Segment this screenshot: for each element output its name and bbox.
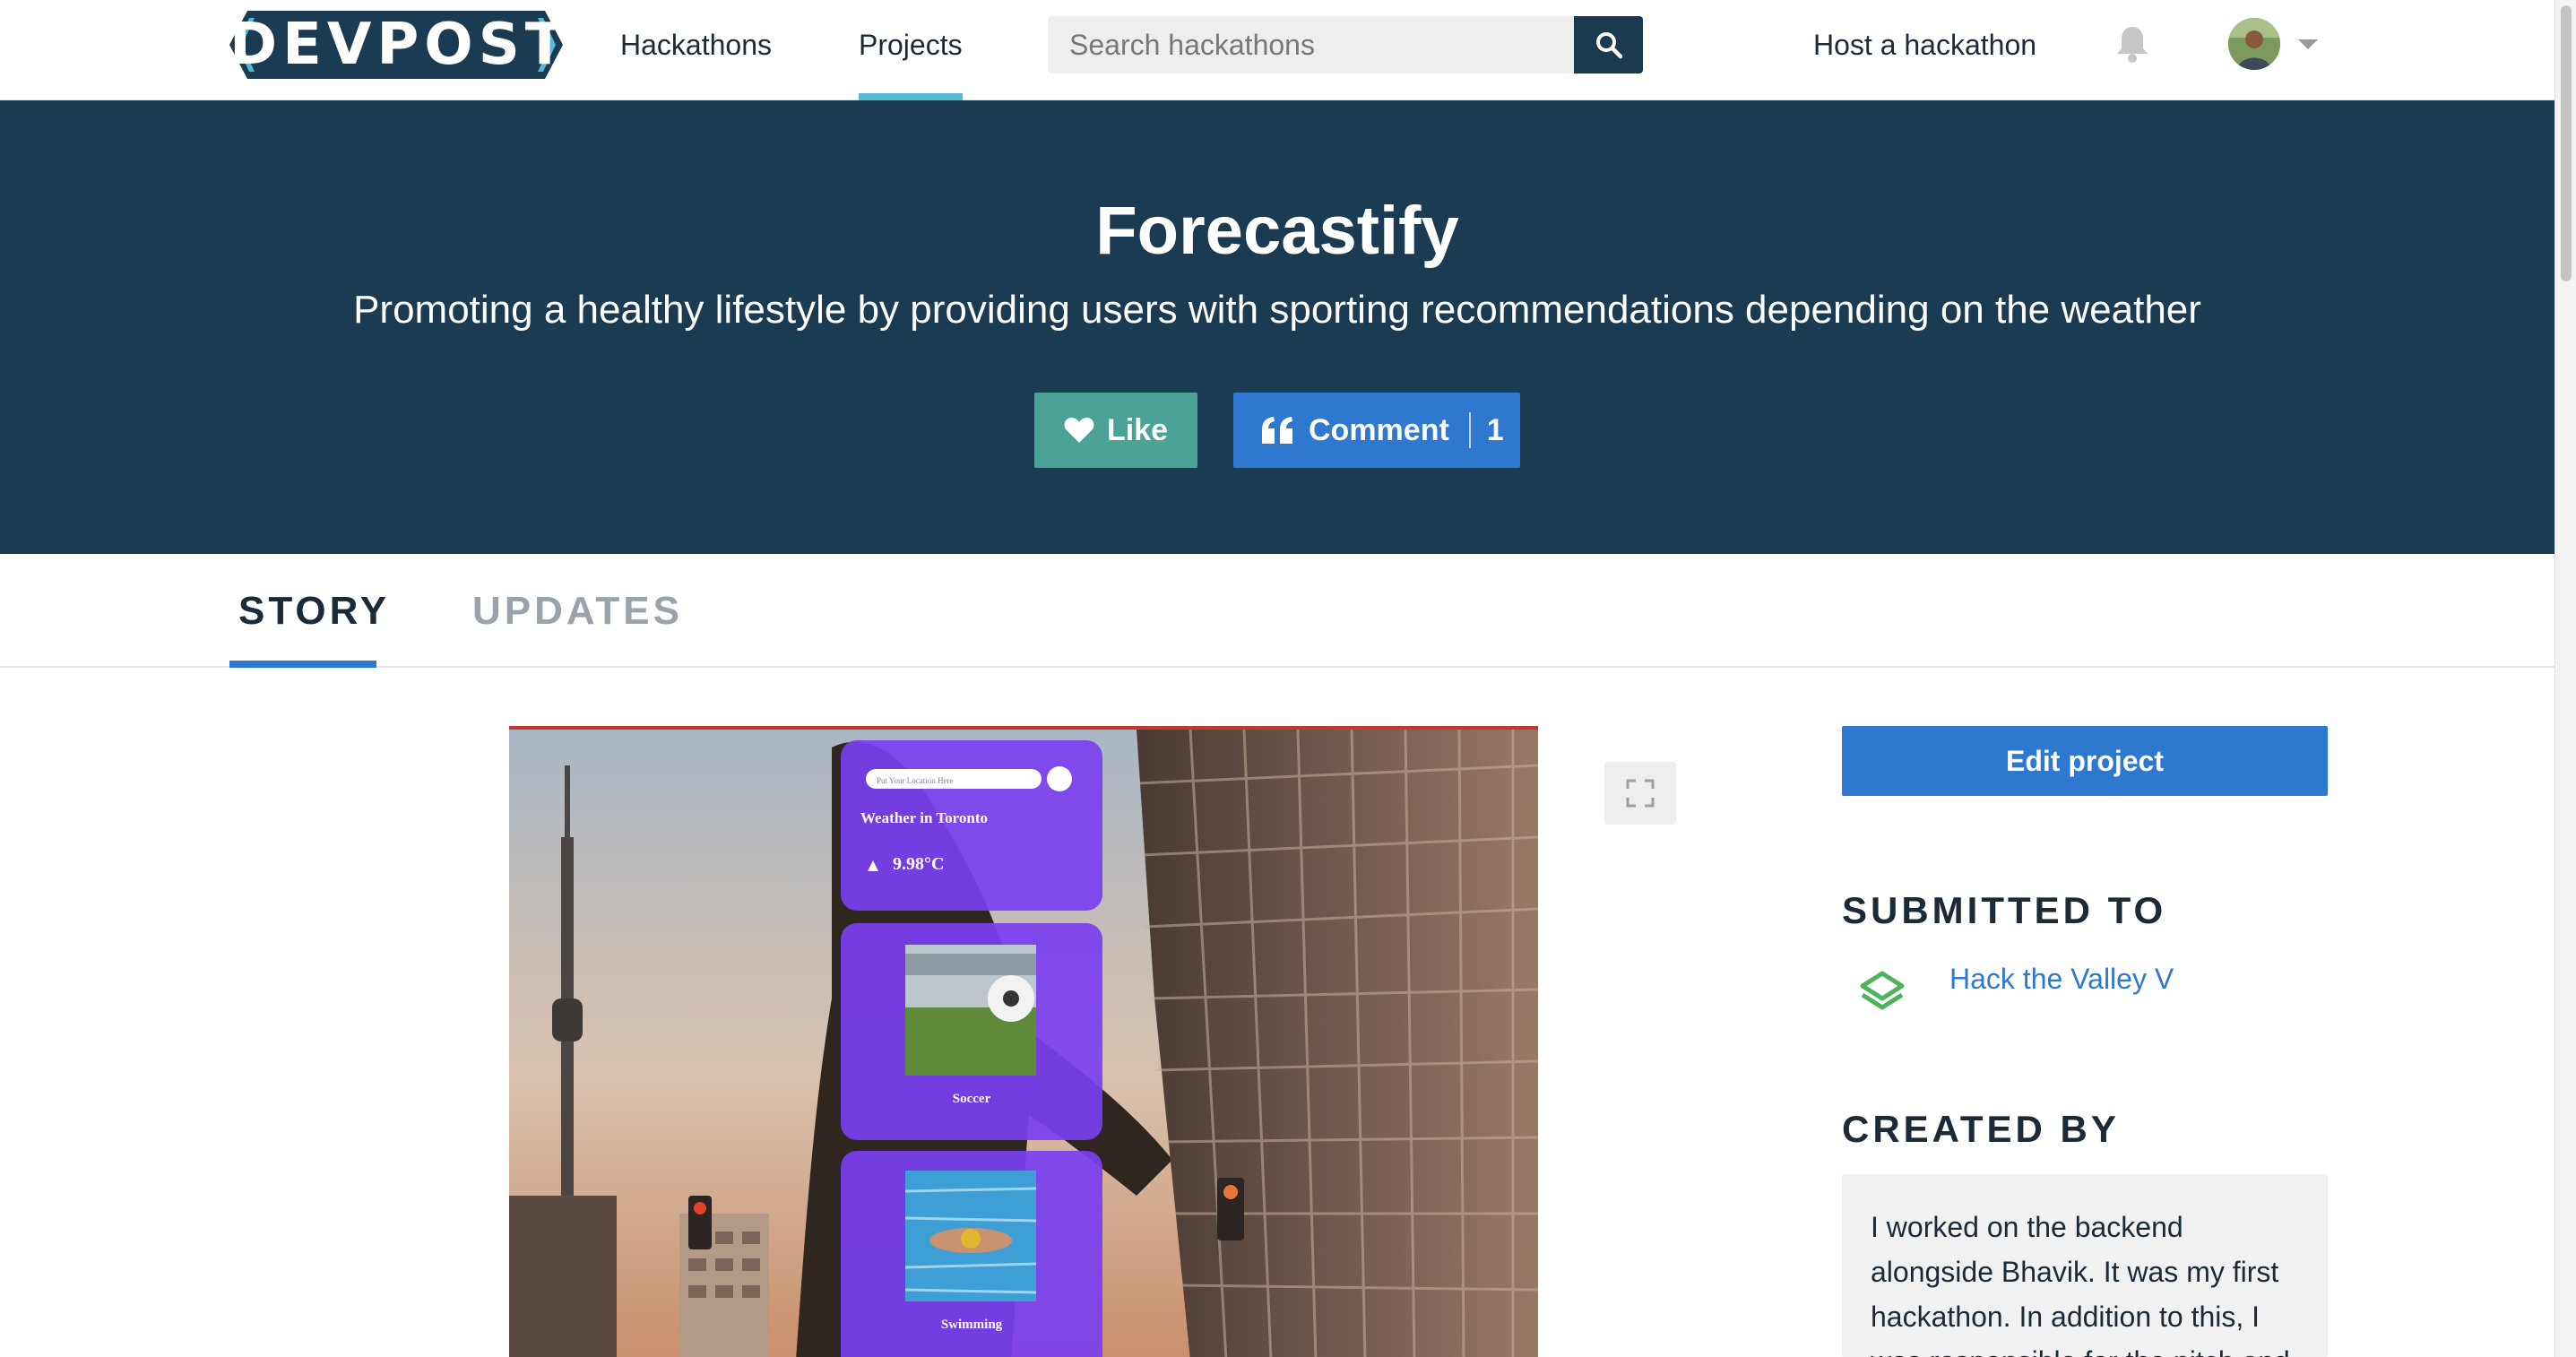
project-title: Forecastify [1095,193,1459,269]
expand-gallery-button[interactable] [1604,762,1676,825]
nav-active-indicator [859,93,963,100]
project-gallery-image[interactable]: Put Your Location Here Weather in Toront… [509,726,1538,1357]
hackathon-logo-icon[interactable] [1857,968,1907,1018]
creator-contribution-card: I worked on the backend alongside Bhavik… [1842,1174,2328,1357]
search-bar [1048,16,1643,73]
like-button[interactable]: Like [1034,393,1197,468]
app-temperature: 9.98°C [893,854,944,874]
app-location-placeholder: Put Your Location Here [877,776,954,785]
logo-text: DEVPOST [229,12,570,78]
quote-icon [1262,417,1292,444]
top-nav: DEVPOST Hackathons Projects Host a hacka… [0,0,2554,100]
page-scrollbar[interactable] [2554,0,2576,1357]
user-avatar[interactable] [2228,18,2280,70]
bell-icon [2117,27,2148,63]
project-tagline: Promoting a healthy lifestyle by providi… [353,288,2201,332]
comment-divider [1468,412,1471,448]
tab-active-indicator [229,661,376,668]
scrollbar-thumb[interactable] [2561,5,2572,281]
app-sport-swimming: Swimming [941,1318,1003,1332]
creator-contribution-text: I worked on the backend alongside Bhavik… [1871,1211,2290,1357]
tab-story[interactable]: STORY [238,586,390,636]
nav-projects-link[interactable]: Projects [859,25,963,65]
project-hero: Forecastify Promoting a healthy lifestyl… [0,100,2554,554]
search-button[interactable] [1574,16,1643,73]
expand-icon [1626,779,1655,808]
search-input[interactable] [1048,16,1575,73]
tab-updates[interactable]: UPDATES [472,586,683,636]
project-screenshot: Put Your Location Here Weather in Toront… [509,730,1538,1357]
hackathon-link[interactable]: Hack the Valley V [1949,959,2174,998]
app-sport-soccer: Soccer [953,1092,991,1106]
comment-count: 1 [1486,412,1504,447]
like-label: Like [1106,412,1169,447]
comment-label: Comment [1309,412,1449,447]
notifications-button[interactable] [2112,23,2153,65]
created-by-heading: CREATED BY [1842,1108,2120,1150]
submitted-to-heading: SUBMITTED TO [1842,889,2167,931]
search-icon [1595,32,1622,59]
heart-icon [1064,418,1094,443]
app-weather-title: Weather in Toronto [860,809,988,826]
comment-button[interactable]: Comment 1 [1233,393,1520,468]
nav-hackathons-link[interactable]: Hackathons [620,25,772,65]
host-hackathon-link[interactable]: Host a hackathon [1813,25,2036,65]
devpost-logo[interactable]: DEVPOST [229,11,570,79]
edit-project-button[interactable]: Edit project [1842,726,2328,796]
chevron-down-icon[interactable] [2298,39,2318,49]
project-tabs: STORY UPDATES [0,554,2554,668]
